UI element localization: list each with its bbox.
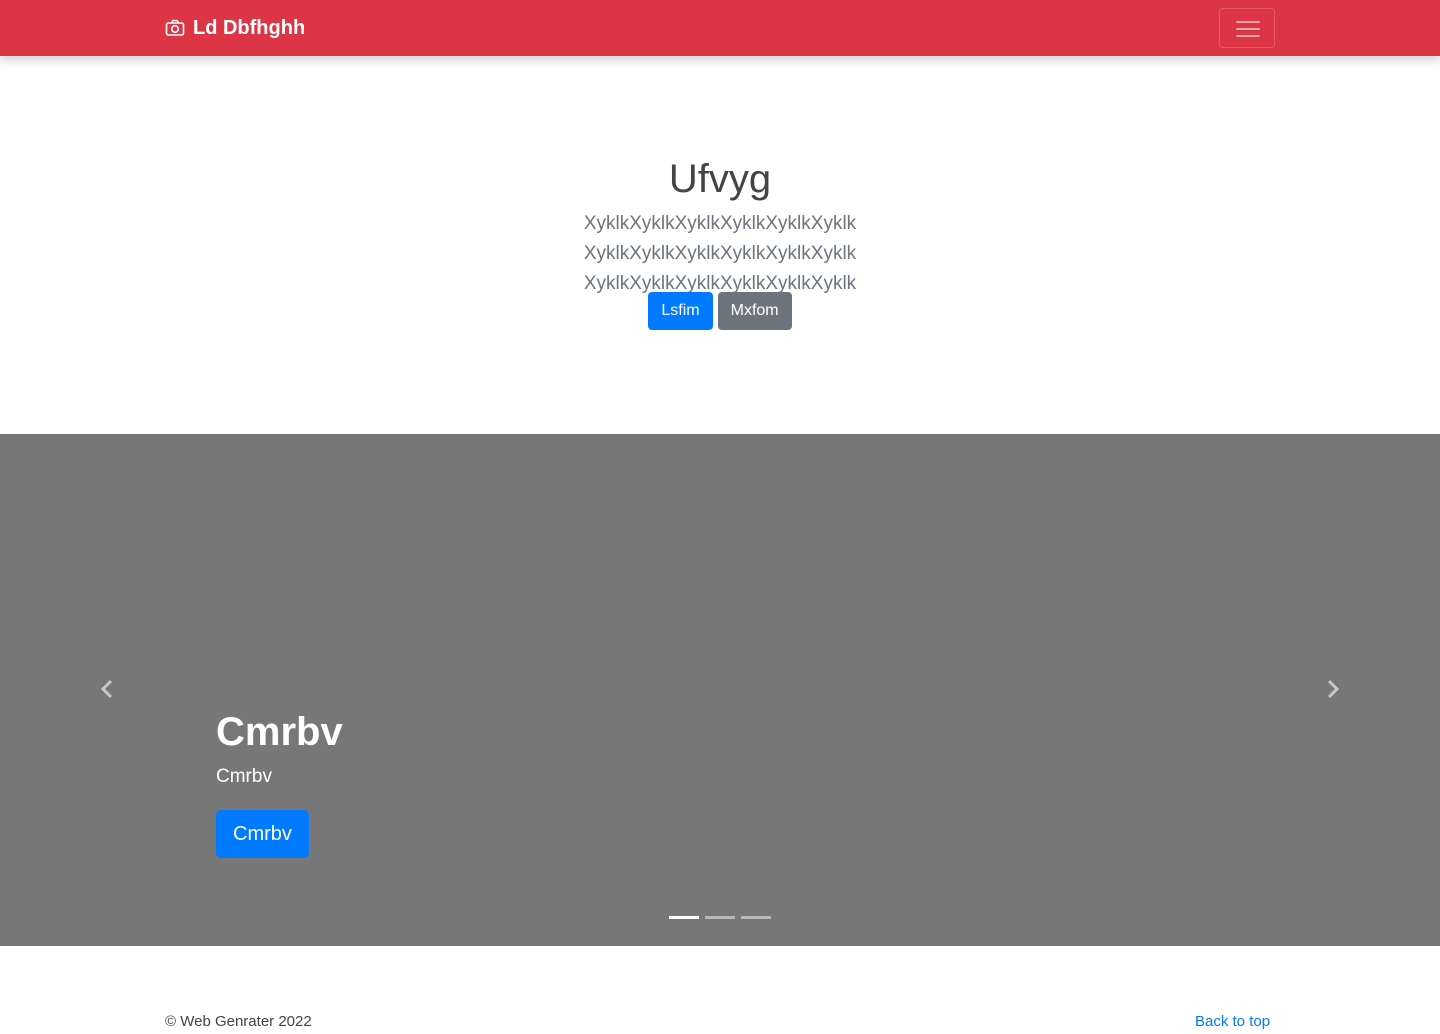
- navbar-toggler-button[interactable]: [1219, 8, 1275, 48]
- carousel-indicators: [669, 916, 771, 919]
- hero-buttons: Lsfim Mxfom: [0, 292, 1440, 330]
- footer-copyright: © Web Genrater 2022: [165, 1013, 312, 1030]
- carousel-prev-button[interactable]: [0, 434, 216, 946]
- carousel-indicator[interactable]: [669, 916, 699, 919]
- brand-link[interactable]: Ld Dbfhghh: [165, 16, 305, 40]
- carousel-caption-button[interactable]: Cmrbv: [216, 810, 309, 858]
- camera-icon: [165, 19, 185, 36]
- back-to-top-link[interactable]: Back to top: [1195, 1012, 1270, 1032]
- carousel-caption-title: Cmrbv: [216, 710, 343, 754]
- carousel-indicator[interactable]: [705, 916, 735, 919]
- chevron-left-icon: [100, 679, 113, 699]
- primary-button[interactable]: Lsfim: [648, 292, 713, 330]
- secondary-button[interactable]: Mxfom: [717, 292, 792, 330]
- hero-lead: XyklkXyklkXyklkXyklkXyklkXyklk XyklkXykl…: [583, 213, 857, 294]
- carousel-indicator[interactable]: [741, 916, 771, 919]
- carousel-caption-text: Cmrbv: [216, 766, 272, 787]
- hero-title: Ufvyg: [668, 157, 772, 201]
- brand-name: Ld Dbfhghh: [193, 17, 306, 39]
- carousel-next-button[interactable]: [1224, 434, 1440, 946]
- carousel: Cmrbv Cmrbv Cmrbv: [0, 434, 1440, 946]
- hero-section: Ufvyg XyklkXyklkXyklkXyklkXyklkXyklk Xyk…: [0, 56, 1440, 434]
- chevron-right-icon: [1327, 679, 1340, 699]
- navbar: Ld Dbfhghh: [0, 0, 1440, 56]
